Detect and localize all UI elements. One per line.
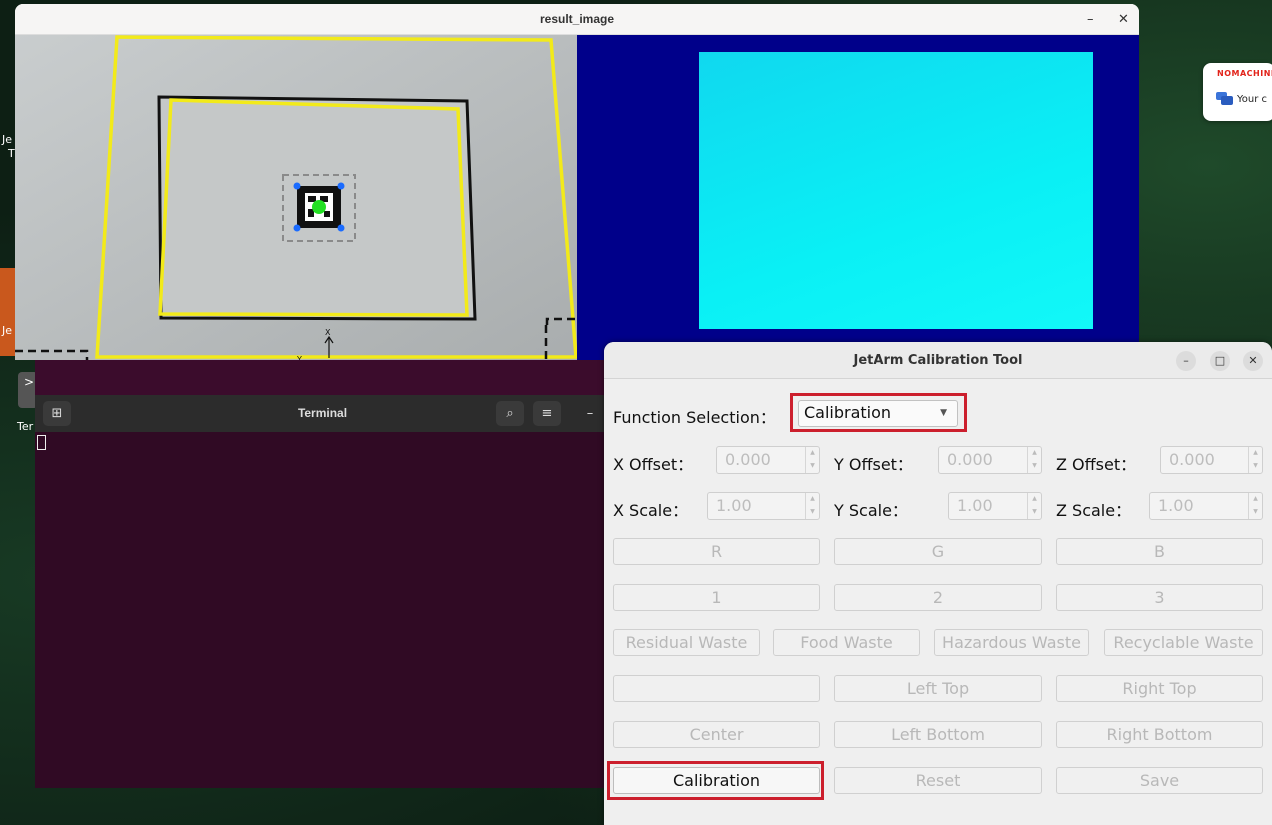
y-scale-value: 1.00 (957, 496, 993, 515)
left-bottom-button[interactable]: Left Bottom (834, 721, 1042, 748)
x-scale-value: 1.00 (716, 496, 752, 515)
menu-icon[interactable]: ≡ (533, 401, 561, 426)
maximize-button[interactable]: □ (1210, 351, 1230, 371)
z-offset-value: 0.000 (1169, 450, 1215, 469)
b-button[interactable]: B (1056, 538, 1263, 565)
right-top-button[interactable]: Right Top (1056, 675, 1263, 702)
x-scale-label: X Scale： (613, 501, 689, 520)
food-waste-button[interactable]: Food Waste (773, 629, 920, 656)
z-offset-spinbox[interactable]: 0.000 ▲ ▼ (1160, 446, 1263, 474)
terminal-background-strip (35, 360, 610, 395)
minimize-button[interactable]: – (1087, 4, 1094, 35)
y-scale-label: Y Scale： (834, 501, 908, 520)
close-button[interactable]: ✕ (1243, 351, 1263, 371)
search-icon[interactable]: ⌕ (496, 401, 524, 426)
function-selection-label: Function Selection： (613, 408, 776, 427)
desktop-label: Je (2, 324, 13, 337)
terminal-header-bar: ⊞ Terminal ⌕ ≡ – (35, 395, 610, 432)
calibration-title: JetArm Calibration Tool (853, 353, 1023, 368)
reset-button[interactable]: Reset (834, 767, 1042, 794)
left-top-button[interactable]: Left Top (834, 675, 1042, 702)
x-offset-spinbox[interactable]: 0.000 ▲ ▼ (716, 446, 820, 474)
hazardous-waste-button[interactable]: Hazardous Waste (934, 629, 1089, 656)
detected-color-region (699, 52, 1093, 329)
highlight-box (790, 393, 967, 432)
z-scale-value: 1.00 (1158, 496, 1194, 515)
nomachine-message: Your c (1237, 94, 1268, 105)
desktop-label: Ter (17, 420, 34, 433)
spin-arrows[interactable]: ▲ ▼ (1027, 493, 1041, 519)
spin-arrows[interactable]: ▲ ▼ (1248, 493, 1262, 519)
z-offset-label: Z Offset： (1056, 455, 1137, 474)
camera-feed-image: X Y (15, 35, 577, 360)
result-image-window: result_image – ✕ X Y (15, 4, 1139, 360)
y-offset-label: Y Offset： (834, 455, 913, 474)
desktop-label: T (8, 147, 15, 160)
nomachine-notification[interactable]: NOMACHINE Your c (1203, 63, 1272, 121)
minimize-button[interactable]: – (1176, 351, 1196, 371)
desktop-launcher-tile[interactable]: Je (0, 268, 15, 356)
camera-view: X Y (15, 35, 577, 360)
spin-arrows[interactable]: ▲ ▼ (1248, 447, 1262, 473)
x-offset-label: X Offset： (613, 455, 694, 474)
terminal-dock-symbol: > (24, 375, 35, 389)
calibration-tool-window: JetArm Calibration Tool – □ ✕ Function S… (604, 342, 1272, 825)
desktop-label: Je (2, 133, 13, 146)
y-offset-value: 0.000 (947, 450, 993, 469)
color-detection-view (577, 35, 1139, 360)
terminal-cursor (37, 435, 46, 450)
y-offset-spinbox[interactable]: 0.000 ▲ ▼ (938, 446, 1042, 474)
spin-arrows[interactable]: ▲ ▼ (805, 493, 819, 519)
blank-button[interactable] (613, 675, 820, 702)
z-scale-label: Z Scale： (1056, 501, 1132, 520)
axis-x-label: X (325, 328, 331, 337)
chat-bubbles-icon (1216, 92, 1233, 105)
x-scale-spinbox[interactable]: 1.00 ▲ ▼ (707, 492, 820, 520)
spin-arrows[interactable]: ▲ ▼ (1027, 447, 1041, 473)
nomachine-brand: NOMACHINE (1217, 69, 1272, 78)
z-scale-spinbox[interactable]: 1.00 ▲ ▼ (1149, 492, 1263, 520)
center-button[interactable]: Center (613, 721, 820, 748)
button-3[interactable]: 3 (1056, 584, 1263, 611)
residual-waste-button[interactable]: Residual Waste (613, 629, 760, 656)
y-scale-spinbox[interactable]: 1.00 ▲ ▼ (948, 492, 1042, 520)
save-button[interactable]: Save (1056, 767, 1263, 794)
result-window-title: result_image (15, 4, 1139, 35)
r-button[interactable]: R (613, 538, 820, 565)
g-button[interactable]: G (834, 538, 1042, 565)
minimize-button[interactable]: – (576, 401, 604, 426)
button-1[interactable]: 1 (613, 584, 820, 611)
calibration-title-bar: JetArm Calibration Tool – □ ✕ (604, 342, 1272, 379)
highlight-box (607, 761, 824, 800)
spin-arrows[interactable]: ▲ ▼ (805, 447, 819, 473)
x-offset-value: 0.000 (725, 450, 771, 469)
close-button[interactable]: ✕ (1118, 4, 1129, 35)
right-bottom-button[interactable]: Right Bottom (1056, 721, 1263, 748)
button-2[interactable]: 2 (834, 584, 1042, 611)
terminal-window[interactable]: ⊞ Terminal ⌕ ≡ – (35, 395, 610, 788)
recyclable-waste-button[interactable]: Recyclable Waste (1104, 629, 1263, 656)
